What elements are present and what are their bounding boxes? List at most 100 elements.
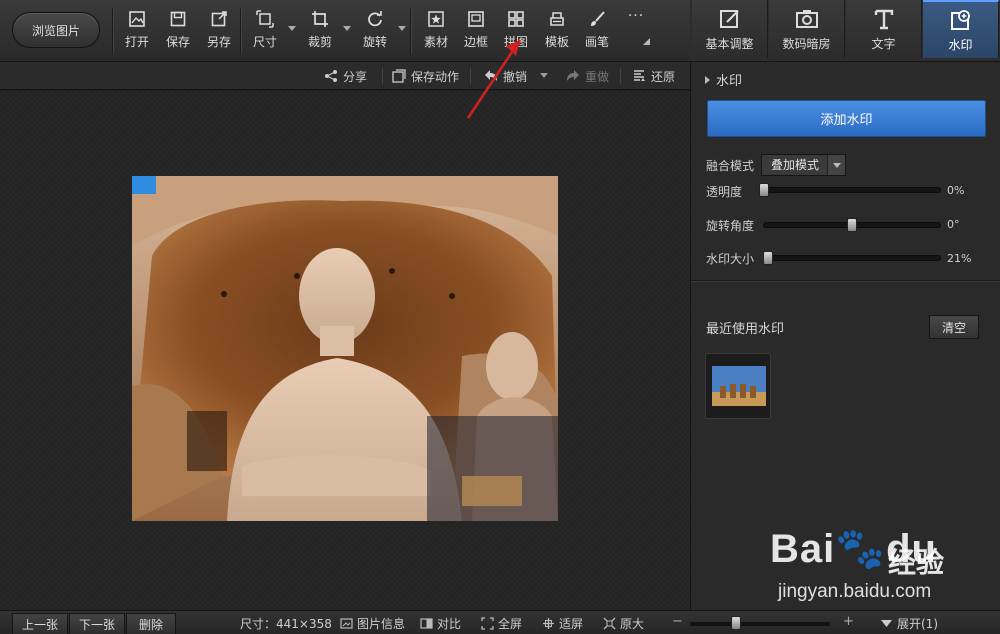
delete-image-button[interactable]: 删除 bbox=[126, 613, 176, 634]
tab-text[interactable]: 文字 bbox=[846, 0, 922, 58]
fit-screen-button[interactable]: 适屏 bbox=[542, 615, 583, 631]
rotation-value: 0° bbox=[947, 218, 960, 231]
action-divider bbox=[470, 68, 471, 84]
collage-button[interactable]: 拼图 bbox=[496, 10, 536, 54]
undo-button[interactable]: 撤销 bbox=[484, 67, 527, 85]
template-label: 模板 bbox=[544, 35, 569, 49]
collapse-triangle-icon bbox=[705, 75, 710, 84]
open-image-icon bbox=[129, 11, 145, 27]
blend-mode-select[interactable]: 叠加模式 bbox=[761, 154, 846, 176]
zoom-slider-handle[interactable] bbox=[731, 616, 742, 630]
tab-watermark[interactable]: 水印 bbox=[923, 0, 999, 58]
compare-button[interactable]: 对比 bbox=[420, 615, 461, 631]
main-toolbar: 浏览图片 打开 保存 另存 尺寸 裁剪 旋转 素材 边框 拼图 模板 画笔 ··… bbox=[0, 0, 690, 62]
image-canvas[interactable] bbox=[0, 91, 690, 610]
original-size-icon bbox=[603, 617, 616, 629]
add-watermark-button[interactable]: 添加水印 bbox=[707, 100, 986, 137]
watermark-section-header[interactable]: 水印 bbox=[705, 70, 742, 89]
tab-digital-darkroom-label: 数码暗房 bbox=[782, 36, 831, 51]
redo-button[interactable]: 重做 bbox=[566, 67, 609, 85]
tab-basic-adjust-label: 基本调整 bbox=[705, 36, 754, 51]
restore-label: 还原 bbox=[651, 69, 676, 84]
open-label: 打开 bbox=[124, 35, 149, 49]
clear-recent-button[interactable]: 清空 bbox=[929, 315, 979, 339]
save-label: 保存 bbox=[165, 35, 190, 49]
size-slider[interactable] bbox=[762, 251, 941, 265]
material-button[interactable]: 素材 bbox=[416, 10, 456, 54]
image-info-label: 图片信息 bbox=[357, 616, 406, 631]
crop-dropdown-arrow[interactable] bbox=[343, 26, 351, 31]
expand-filmstrip-button[interactable]: 展开(1) bbox=[880, 615, 938, 631]
zoom-out-button[interactable]: − bbox=[672, 614, 683, 629]
zoom-in-button[interactable]: + bbox=[843, 614, 854, 629]
fullscreen-button[interactable]: 全屏 bbox=[481, 615, 522, 631]
fullscreen-icon bbox=[481, 616, 494, 630]
material-label: 素材 bbox=[423, 35, 448, 49]
opacity-label: 透明度 bbox=[706, 185, 743, 199]
recent-watermark-thumbnail[interactable] bbox=[705, 353, 771, 419]
image-info-button[interactable]: 图片信息 bbox=[340, 615, 405, 631]
original-size-button[interactable]: 原大 bbox=[603, 615, 644, 631]
rotate-label: 旋转 bbox=[362, 35, 387, 49]
more-expand-arrow[interactable] bbox=[643, 38, 650, 45]
resize-button[interactable]: 尺寸 bbox=[245, 10, 285, 54]
original-size-label: 原大 bbox=[620, 616, 645, 631]
restore-button[interactable]: 还原 bbox=[632, 67, 675, 85]
frame-icon bbox=[468, 11, 484, 27]
compare-icon bbox=[420, 617, 433, 629]
panel-divider bbox=[691, 280, 1000, 281]
text-icon bbox=[874, 9, 893, 29]
collage-label: 拼图 bbox=[503, 35, 528, 49]
expand-label: 展开(1) bbox=[897, 616, 938, 631]
tab-watermark-label: 水印 bbox=[948, 37, 973, 52]
template-icon bbox=[550, 12, 564, 26]
rotation-slider-handle[interactable] bbox=[847, 218, 857, 232]
next-image-button[interactable]: 下一张 bbox=[69, 613, 125, 634]
prev-image-button[interactable]: 上一张 bbox=[12, 613, 68, 634]
save-disk-icon bbox=[170, 11, 186, 27]
rotate-dropdown-arrow[interactable] bbox=[398, 26, 406, 31]
toolbar-divider bbox=[240, 8, 241, 54]
frame-label: 边框 bbox=[463, 35, 488, 49]
tab-basic-adjust[interactable]: 基本调整 bbox=[692, 0, 768, 58]
save-as-icon bbox=[211, 11, 227, 27]
frame-button[interactable]: 边框 bbox=[456, 10, 496, 54]
template-button[interactable]: 模板 bbox=[537, 10, 577, 54]
rotation-slider[interactable] bbox=[763, 218, 941, 232]
crop-button[interactable]: 裁剪 bbox=[300, 10, 340, 54]
image-dimensions: 尺寸：441×358 bbox=[240, 616, 332, 631]
opacity-slider[interactable] bbox=[759, 183, 941, 197]
brush-label: 画笔 bbox=[584, 35, 609, 49]
share-label: 分享 bbox=[343, 69, 368, 84]
opacity-slider-handle[interactable] bbox=[759, 183, 769, 197]
undo-label: 撤销 bbox=[503, 69, 528, 84]
save-action-button[interactable]: 保存动作 bbox=[392, 67, 459, 85]
action-divider bbox=[620, 68, 621, 84]
more-label: ··· bbox=[627, 8, 645, 24]
rotate-icon bbox=[368, 11, 382, 27]
opacity-value: 0% bbox=[947, 184, 965, 197]
status-bar: 上一张 下一张 删除 尺寸：441×358 图片信息 对比 全屏 适屏 原大 −… bbox=[0, 610, 1000, 634]
watermark-panel: 水印 添加水印 融合模式 叠加模式 透明度 0% 旋转角度 0° 水印大小 21… bbox=[690, 62, 1000, 610]
rotate-button[interactable]: 旋转 bbox=[355, 10, 395, 54]
fit-screen-label: 适屏 bbox=[559, 616, 584, 631]
save-as-button[interactable]: 另存 bbox=[199, 10, 239, 54]
size-slider-handle[interactable] bbox=[762, 251, 773, 265]
zoom-slider[interactable] bbox=[690, 616, 830, 630]
triangle-down-icon bbox=[881, 619, 892, 627]
toolbar-divider bbox=[410, 8, 411, 54]
open-button[interactable]: 打开 bbox=[117, 10, 157, 54]
save-button[interactable]: 保存 bbox=[158, 10, 198, 54]
resize-dropdown-arrow[interactable] bbox=[288, 26, 296, 31]
edited-photo-buddha[interactable] bbox=[132, 176, 558, 521]
blend-mode-value: 叠加模式 bbox=[771, 158, 820, 172]
undo-dropdown-arrow[interactable] bbox=[540, 73, 548, 78]
tab-digital-darkroom[interactable]: 数码暗房 bbox=[769, 0, 845, 58]
brush-button[interactable]: 画笔 bbox=[577, 10, 617, 54]
browse-images-button[interactable]: 浏览图片 bbox=[12, 12, 100, 48]
rotation-label: 旋转角度 bbox=[706, 219, 755, 233]
collage-grid-icon bbox=[508, 11, 524, 27]
watermark-section-title: 水印 bbox=[716, 74, 743, 89]
more-tools-button[interactable]: ··· bbox=[616, 8, 656, 52]
share-button[interactable]: 分享 bbox=[324, 67, 367, 85]
